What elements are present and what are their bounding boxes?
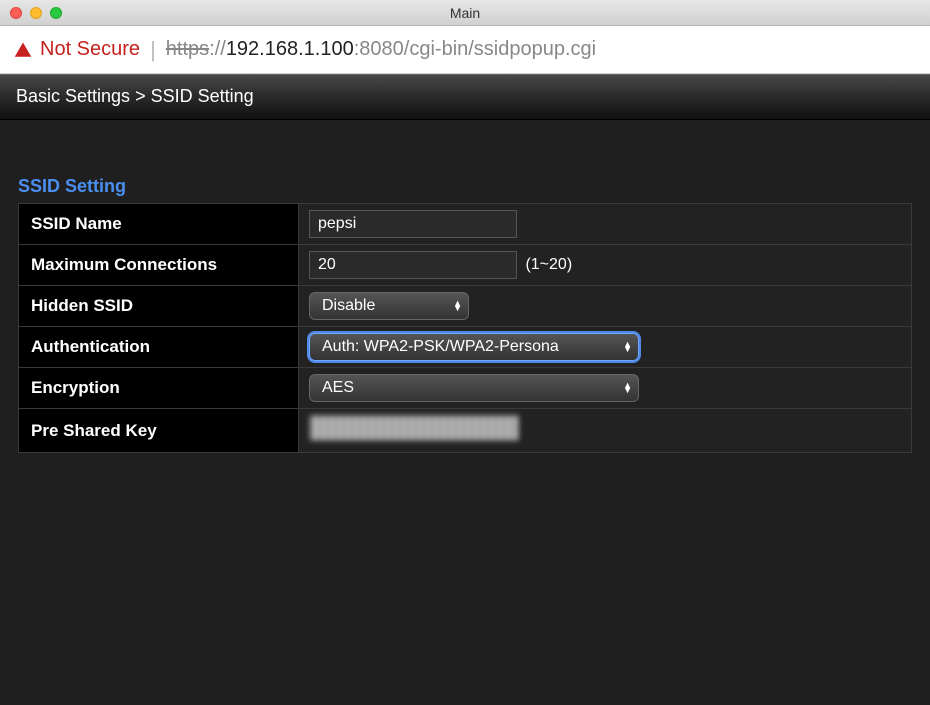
field-psk — [299, 409, 912, 453]
section-title: SSID Setting — [18, 176, 912, 197]
field-hidden-ssid: Disable ▲▼ — [299, 286, 912, 327]
not-secure-label: Not Secure — [40, 38, 140, 61]
ssid-form: SSID Name Maximum Connections (1~20) Hid… — [18, 203, 912, 453]
row-encryption: Encryption AES ▲▼ — [19, 368, 912, 409]
url-scheme-sep: :// — [209, 38, 226, 60]
url-separator: | — [150, 37, 156, 63]
encryption-select[interactable]: AES ▲▼ — [309, 374, 639, 402]
encryption-value: AES — [322, 379, 354, 397]
url-path: /cgi-bin/ssidpopup.cgi — [404, 38, 596, 60]
close-button[interactable] — [10, 7, 22, 19]
row-ssid-name: SSID Name — [19, 204, 912, 245]
breadcrumb-sep: > — [135, 86, 146, 106]
breadcrumb: Basic Settings > SSID Setting — [0, 74, 930, 120]
hidden-ssid-select[interactable]: Disable ▲▼ — [309, 292, 469, 320]
row-max-conn: Maximum Connections (1~20) — [19, 245, 912, 286]
traffic-lights — [10, 7, 62, 19]
row-psk: Pre Shared Key — [19, 409, 912, 453]
field-ssid-name — [299, 204, 912, 245]
authentication-value: Auth: WPA2-PSK/WPA2-Persona — [322, 338, 559, 356]
address-bar[interactable]: Not Secure | https://192.168.1.100:8080/… — [0, 26, 930, 74]
chevron-updown-icon: ▲▼ — [453, 301, 462, 311]
psk-input-blurred[interactable] — [309, 415, 519, 441]
field-authentication: Auth: WPA2-PSK/WPA2-Persona ▲▼ — [299, 327, 912, 368]
max-conn-input[interactable] — [309, 251, 517, 279]
field-encryption: AES ▲▼ — [299, 368, 912, 409]
chevron-updown-icon: ▲▼ — [623, 342, 632, 352]
breadcrumb-current: SSID Setting — [151, 86, 254, 106]
url-host: 192.168.1.100 — [226, 38, 354, 60]
chevron-updown-icon: ▲▼ — [623, 383, 632, 393]
row-authentication: Authentication Auth: WPA2-PSK/WPA2-Perso… — [19, 327, 912, 368]
window-title: Main — [0, 5, 930, 21]
row-hidden-ssid: Hidden SSID Disable ▲▼ — [19, 286, 912, 327]
label-max-conn: Maximum Connections — [19, 245, 299, 286]
page-content: Basic Settings > SSID Setting SSID Setti… — [0, 74, 930, 705]
breadcrumb-parent[interactable]: Basic Settings — [16, 86, 130, 106]
max-conn-hint: (1~20) — [525, 256, 572, 273]
url-scheme: https — [166, 38, 209, 60]
label-authentication: Authentication — [19, 327, 299, 368]
authentication-select[interactable]: Auth: WPA2-PSK/WPA2-Persona ▲▼ — [309, 333, 639, 361]
ssid-name-input[interactable] — [309, 210, 517, 238]
url[interactable]: https://192.168.1.100:8080/cgi-bin/ssidp… — [166, 38, 596, 61]
hidden-ssid-value: Disable — [322, 297, 375, 315]
titlebar: Main — [0, 0, 930, 26]
url-port: :8080 — [354, 38, 404, 60]
field-max-conn: (1~20) — [299, 245, 912, 286]
label-psk: Pre Shared Key — [19, 409, 299, 453]
label-ssid-name: SSID Name — [19, 204, 299, 245]
warning-icon — [14, 41, 32, 59]
label-encryption: Encryption — [19, 368, 299, 409]
label-hidden-ssid: Hidden SSID — [19, 286, 299, 327]
minimize-button[interactable] — [30, 7, 42, 19]
maximize-button[interactable] — [50, 7, 62, 19]
ssid-section: SSID Setting SSID Name Maximum Connectio… — [0, 120, 930, 453]
not-secure-badge: Not Secure — [14, 38, 140, 61]
